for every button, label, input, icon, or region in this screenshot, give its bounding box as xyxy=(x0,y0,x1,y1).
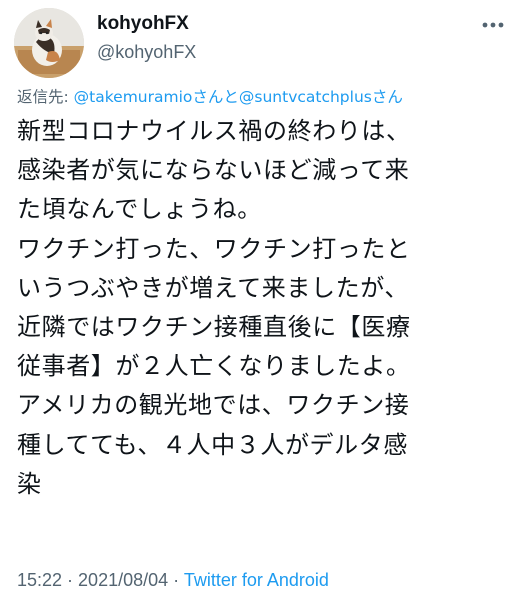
mention-link-takemuramio[interactable]: @takemuramio xyxy=(74,88,193,106)
tweet-text-line: 近隣ではワクチン接種直後に【医療 xyxy=(17,313,411,342)
replying-to-suffix: さん xyxy=(371,88,403,106)
tweet-source-link[interactable]: Twitter for Android xyxy=(184,570,329,590)
tweet-text-line: 種してても、４人中３人がデルタ感 xyxy=(17,430,408,459)
tweet-text-line: ワクチン打った、ワクチン打ったと xyxy=(17,234,411,263)
replying-to-joiner: さんと xyxy=(192,88,239,106)
tweet-text-line: 染 xyxy=(17,469,42,498)
tweet-text-line: 従事者】が２人亡くなりましたよ。 xyxy=(17,352,411,381)
tweet-text-line: いうつぶやきが増えて来ましたが、 xyxy=(17,273,409,302)
avatar[interactable] xyxy=(14,8,84,78)
tweet-meta: 15:22 · 2021/08/04 · Twitter for Android xyxy=(17,568,329,592)
user-names: kohyohFX @kohyohFX xyxy=(97,12,196,64)
replying-to: 返信先: @takemuramioさんと@suntvcatchplusさん xyxy=(17,86,403,108)
replying-to-label: 返信先: xyxy=(17,88,74,106)
cat-photo-avatar-icon xyxy=(14,8,84,78)
meta-separator: · xyxy=(168,570,184,590)
tweet-time[interactable]: 15:22 xyxy=(17,570,62,590)
tweet-text-line: 新型コロナウイルス禍の終わりは、 xyxy=(17,117,411,145)
tweet-text-line: た頃なんでしょうね。 xyxy=(17,195,262,224)
tweet-text-line: 感染者が気にならないほど減って来 xyxy=(17,156,410,185)
mention-link-suntvcatchplus[interactable]: @suntvcatchplus xyxy=(239,88,372,106)
tweet-text: 新型コロナウイルス禍の終わりは、 感染者が気にならないほど減って来 た頃なんでし… xyxy=(17,112,507,504)
meta-separator: · xyxy=(62,570,79,590)
display-name[interactable]: kohyohFX xyxy=(97,12,196,36)
user-handle[interactable]: @kohyohFX xyxy=(97,40,196,64)
more-options-button[interactable] xyxy=(480,14,506,36)
tweet-card: kohyohFX @kohyohFX 返信先: @takemuramioさんと@… xyxy=(0,0,520,607)
ellipsis-icon xyxy=(482,22,504,28)
tweet-text-line: アメリカの観光地では、ワクチン接 xyxy=(17,391,410,420)
tweet-date[interactable]: 2021/08/04 xyxy=(78,570,168,590)
